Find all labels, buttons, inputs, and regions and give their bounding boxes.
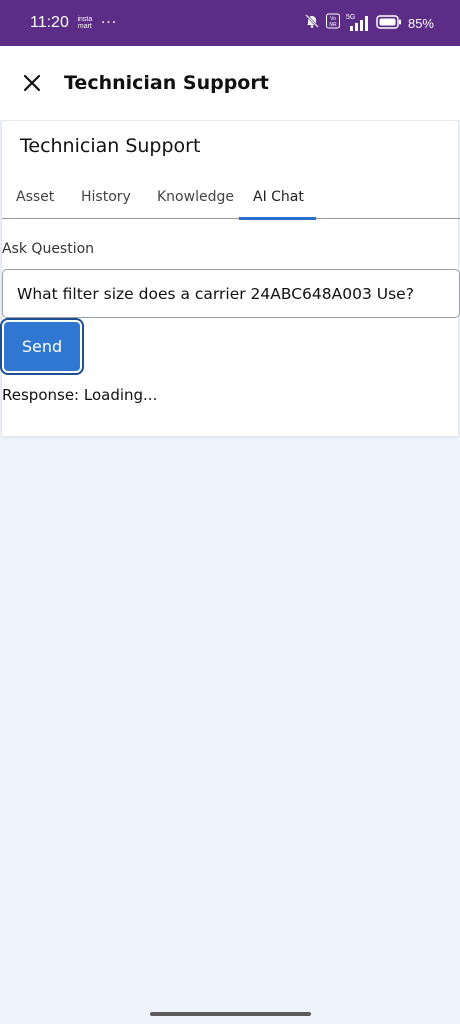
- tab-bar: Asset History Knowledge AI Chat: [2, 187, 460, 220]
- signal-icon: 5G: [346, 14, 370, 32]
- support-card: Technician Support Asset History Knowled…: [1, 120, 460, 437]
- tab-asset[interactable]: Asset: [16, 187, 54, 219]
- response-text: Response: Loading...: [2, 386, 158, 404]
- battery-percent: 85%: [407, 15, 434, 31]
- send-button[interactable]: Send: [2, 320, 82, 373]
- tab-history[interactable]: History: [81, 187, 131, 219]
- status-right: Vo NR 5G 85%: [304, 13, 434, 33]
- status-time: 11:20: [30, 14, 69, 31]
- volte-icon: Vo NR: [325, 13, 340, 33]
- close-icon[interactable]: [20, 71, 44, 95]
- more-notifications-icon: ···: [100, 15, 118, 31]
- active-tab-indicator: [239, 217, 316, 220]
- question-input[interactable]: [2, 269, 460, 318]
- notification-app-icon: insta mart: [77, 16, 93, 30]
- mute-icon: [304, 13, 320, 33]
- page-title: Technician Support: [64, 72, 269, 94]
- tab-ai-chat[interactable]: AI Chat: [253, 187, 304, 219]
- app-header: Technician Support: [0, 46, 460, 120]
- status-left: 11:20 insta mart ···: [30, 14, 117, 32]
- svg-text:NR: NR: [329, 22, 337, 28]
- home-indicator[interactable]: [150, 1012, 311, 1016]
- battery-icon: [376, 14, 402, 33]
- status-bar: 11:20 insta mart ··· Vo NR 5G 85%: [0, 0, 460, 46]
- tab-knowledge[interactable]: Knowledge: [157, 187, 234, 219]
- ask-question-label: Ask Question: [2, 241, 95, 257]
- card-title: Technician Support: [20, 135, 201, 157]
